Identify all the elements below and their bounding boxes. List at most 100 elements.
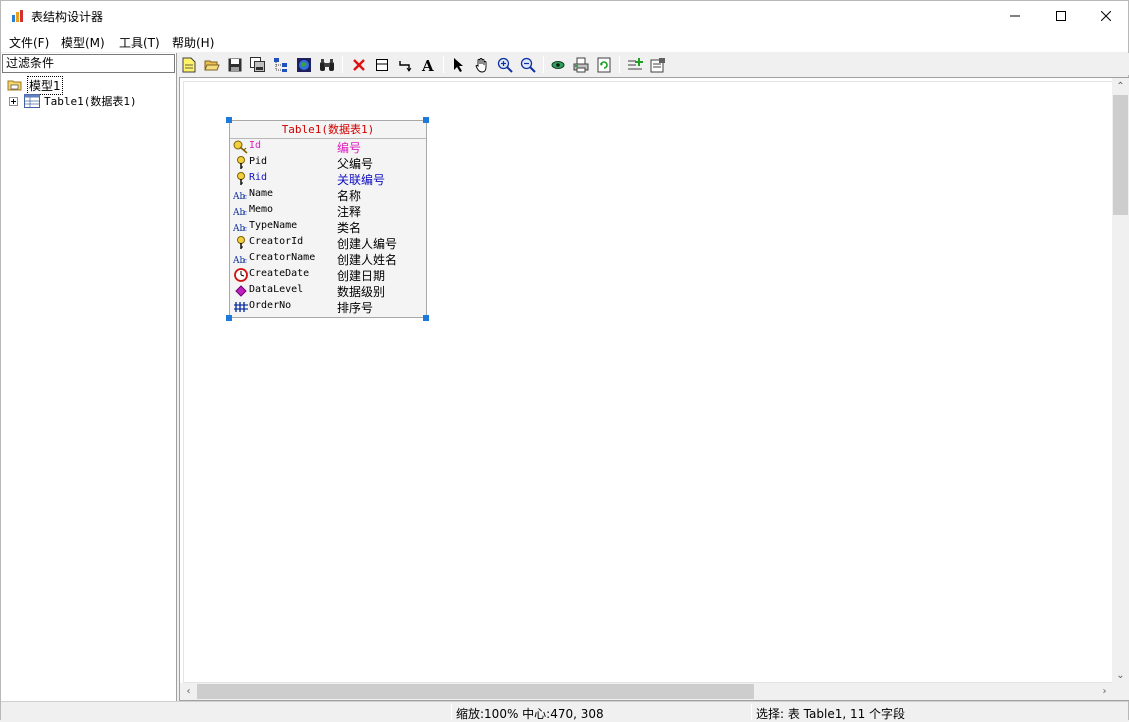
resize-handle-bottom-left[interactable] xyxy=(226,315,232,321)
string-type-icon: Ab c xyxy=(233,252,249,266)
field-name: CreatorId xyxy=(249,236,304,247)
datetime-type-icon xyxy=(233,268,249,282)
window-title: 表结构设计器 xyxy=(31,10,104,24)
toolbar-separator xyxy=(619,56,620,73)
menu-model[interactable]: 模型(M) xyxy=(61,34,105,51)
zoom-out-button[interactable] xyxy=(518,55,538,75)
expand-icon[interactable] xyxy=(9,96,18,106)
toolbar: A xyxy=(179,53,1129,75)
binoculars-icon xyxy=(320,59,334,71)
add-field-button[interactable] xyxy=(625,55,645,75)
toolbar-separator xyxy=(543,56,544,73)
horizontal-scrollbar[interactable]: ‹ › xyxy=(180,683,1113,700)
resize-handle-bottom-right[interactable] xyxy=(423,315,429,321)
toolbar-separator xyxy=(443,56,444,73)
tree-child-label: Table1(数据表1) xyxy=(44,95,137,108)
foreign-key-icon xyxy=(233,156,249,170)
maximize-button[interactable] xyxy=(1038,1,1084,31)
layout-button[interactable] xyxy=(271,55,291,75)
field-name: CreatorName xyxy=(249,252,316,263)
string-type-icon: Ab c xyxy=(233,188,249,202)
field-caption: 父编号 xyxy=(337,157,374,171)
table-entity-table1[interactable]: Table1(数据表1) Id 编号 Pid 父编号 Rid 关联编号 Abc xyxy=(229,120,427,318)
resize-handle-top-left[interactable] xyxy=(226,117,232,123)
string-type-icon: Ab c xyxy=(233,204,249,218)
resize-handle-top-right[interactable] xyxy=(423,117,429,123)
field-row[interactable]: Ab c Memo 注释 xyxy=(230,203,426,219)
field-name: CreateDate xyxy=(249,268,310,279)
tree-item-table1[interactable]: Table1(数据表1) xyxy=(9,93,137,109)
menu-tools[interactable]: 工具(T) xyxy=(119,34,160,51)
save-button[interactable] xyxy=(225,55,245,75)
field-name: Name xyxy=(249,188,274,199)
delete-button[interactable] xyxy=(349,55,369,75)
zoom-in-icon xyxy=(497,57,513,73)
app-window: 表结构设计器 文件(F) 模型(M) 工具(T) 帮助(H) 过滤条件 模型1 xyxy=(0,0,1129,721)
print-icon xyxy=(573,57,589,73)
new-file-icon xyxy=(182,57,196,73)
zoom-in-button[interactable] xyxy=(495,55,515,75)
field-row[interactable]: OrderNo 排序号 xyxy=(230,299,426,315)
find-button[interactable] xyxy=(317,55,337,75)
status-separator xyxy=(751,704,752,720)
table-icon xyxy=(376,59,388,71)
field-caption: 类名 xyxy=(337,221,362,235)
field-name: Memo xyxy=(249,204,274,215)
field-row[interactable]: CreateDate 创建日期 xyxy=(230,267,426,283)
string-type-icon: Ab c xyxy=(233,220,249,234)
primary-key-icon xyxy=(233,140,249,154)
field-caption: 注释 xyxy=(337,205,362,219)
select-tool-button[interactable] xyxy=(449,55,469,75)
field-row[interactable]: Id 编号 xyxy=(230,139,426,155)
field-row[interactable]: CreatorId 创建人编号 xyxy=(230,235,426,251)
save-all-icon xyxy=(250,57,265,72)
title-bar: 表结构设计器 xyxy=(1,1,1128,31)
field-row[interactable]: Rid 关联编号 xyxy=(230,171,426,187)
pan-tool-button[interactable] xyxy=(472,55,492,75)
field-row[interactable]: DataLevel 数据级别 xyxy=(230,283,426,299)
horizontal-scroll-thumb[interactable] xyxy=(197,684,754,699)
add-relation-button[interactable] xyxy=(395,55,415,75)
svg-text:c: c xyxy=(243,257,247,265)
minimize-icon xyxy=(1010,15,1020,17)
menu-help[interactable]: 帮助(H) xyxy=(172,34,214,51)
scroll-down-icon[interactable]: ⌄ xyxy=(1112,667,1129,684)
close-button[interactable] xyxy=(1083,1,1129,31)
relation-icon xyxy=(399,61,412,72)
view-button[interactable] xyxy=(548,55,568,75)
tree-item-model[interactable]: 模型1 xyxy=(7,75,63,95)
field-row[interactable]: Ab c CreatorName 创建人姓名 xyxy=(230,251,426,267)
vertical-scroll-thumb[interactable] xyxy=(1113,95,1128,215)
field-row[interactable]: Ab c TypeName 类名 xyxy=(230,219,426,235)
field-row[interactable]: Pid 父编号 xyxy=(230,155,426,171)
vertical-scrollbar[interactable]: ⌃ ⌄ xyxy=(1112,78,1129,684)
status-selection: 选择: 表 Table1, 11 个字段 xyxy=(756,707,906,721)
add-field-icon xyxy=(628,58,643,70)
folder-icon xyxy=(7,80,22,91)
table-icon xyxy=(24,94,40,108)
menu-file[interactable]: 文件(F) xyxy=(9,34,49,51)
field-caption: 创建人编号 xyxy=(337,237,398,251)
add-text-button[interactable]: A xyxy=(418,55,438,75)
svg-text:A: A xyxy=(421,58,434,72)
scroll-up-icon[interactable]: ⌃ xyxy=(1112,78,1129,95)
globe-button[interactable] xyxy=(294,55,314,75)
scroll-left-icon[interactable]: ‹ xyxy=(180,683,197,700)
field-caption: 创建日期 xyxy=(337,269,386,283)
filter-input[interactable]: 过滤条件 xyxy=(2,54,175,73)
field-name: TypeName xyxy=(249,220,298,231)
svg-text:c: c xyxy=(243,193,247,201)
field-name: Id xyxy=(249,140,262,151)
properties-button[interactable] xyxy=(648,55,668,75)
print-button[interactable] xyxy=(571,55,591,75)
field-row[interactable]: Ab c Name 名称 xyxy=(230,187,426,203)
save-icon xyxy=(228,58,242,72)
new-button[interactable] xyxy=(179,55,199,75)
save-all-button[interactable] xyxy=(248,55,268,75)
open-button[interactable] xyxy=(202,55,222,75)
minimize-button[interactable] xyxy=(992,1,1038,31)
scroll-right-icon[interactable]: › xyxy=(1096,683,1113,700)
add-table-button[interactable] xyxy=(372,55,392,75)
refresh-button[interactable] xyxy=(594,55,614,75)
maximize-icon xyxy=(1056,11,1066,21)
